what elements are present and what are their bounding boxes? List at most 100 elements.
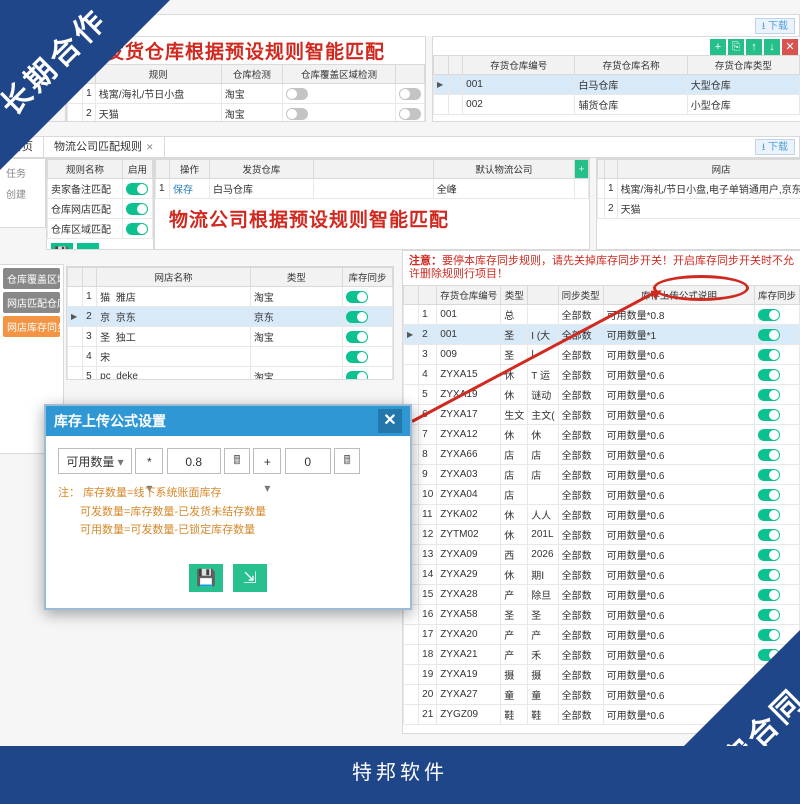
add-button[interactable]: + <box>710 39 726 55</box>
toggle-switch[interactable] <box>758 369 780 381</box>
table-row[interactable]: 1 猫 雅店淘宝 <box>68 287 393 307</box>
download-button-2[interactable]: ⭳ 下载 <box>755 139 795 155</box>
toggle-switch[interactable] <box>758 649 780 661</box>
side-create[interactable]: 创建 <box>6 186 39 201</box>
modal-save-button[interactable]: 💾 <box>189 564 223 592</box>
toggle-switch[interactable] <box>758 609 780 621</box>
table-row[interactable]: 2天猫淘宝 <box>68 104 425 123</box>
toggle-switch[interactable] <box>758 629 780 641</box>
table-row[interactable]: 002辅货仓库小型仓库 <box>434 95 800 115</box>
op2-select[interactable]: + <box>253 448 281 474</box>
toggle-switch[interactable] <box>399 108 421 120</box>
table-row[interactable]: 14 ZYXA29休期Ⅰ 全部数可用数量*0.6 <box>404 565 800 585</box>
table-row[interactable]: 3 圣 独工淘宝 <box>68 327 393 347</box>
up-button[interactable]: ↑ <box>746 39 762 55</box>
toggle-switch[interactable] <box>346 351 368 363</box>
table-row[interactable]: 10 ZYXA04店 全部数可用数量*0.6 <box>404 485 800 505</box>
val1-input[interactable]: 0.8 <box>167 448 221 474</box>
download-button[interactable]: ⭳ 下载 <box>755 18 795 34</box>
toggle-switch[interactable] <box>758 449 780 461</box>
table-row[interactable]: 7 ZYXA12休休 全部数可用数量*0.6 <box>404 425 800 445</box>
calculator-icon[interactable]: 🖩 <box>224 448 250 474</box>
toggle-switch[interactable] <box>346 331 368 343</box>
table-row[interactable]: 1 001总 全部数可用数量*0.8 <box>404 305 800 325</box>
sidebar-btn-c1[interactable]: 仓库覆盖区域设置 <box>3 268 60 289</box>
table-row[interactable]: 5 ZYXA19休谜动 全部数可用数量*0.6 <box>404 385 800 405</box>
table-row[interactable]: 4 宋 <box>68 347 393 367</box>
qty-type-select[interactable]: 可用数量 <box>58 448 132 474</box>
delete-button[interactable]: ✕ <box>782 39 798 55</box>
sidebar-btn-stock-sync[interactable]: 网店库存同步设置 <box>3 88 62 109</box>
table-row[interactable]: 13 ZYXA09西2026 全部数可用数量*0.6 <box>404 545 800 565</box>
close-icon[interactable]: ✕ <box>146 142 154 152</box>
table-row[interactable]: 18 ZYXA21产禾 全部数可用数量*0.6 <box>404 645 800 665</box>
toggle-switch[interactable] <box>758 689 780 701</box>
table-row[interactable]: 5 pc deke淘宝 <box>68 367 393 381</box>
table-row[interactable]: 2 京 京东京东 <box>68 307 393 327</box>
sidebar-btn-c3[interactable]: 网店库存同步设置 <box>3 316 60 337</box>
toggle-switch[interactable] <box>399 88 421 100</box>
toggle-switch[interactable] <box>286 108 308 120</box>
table-row[interactable]: 仓库网店匹配 <box>48 199 153 219</box>
toggle-switch[interactable] <box>758 569 780 581</box>
sidebar-btn-store-wh[interactable]: 指定网店仓库设置 <box>3 64 62 85</box>
table-row[interactable]: 1栈寓/海礼/节日小盘淘宝 <box>68 84 425 104</box>
down-button[interactable]: ↓ <box>764 39 780 55</box>
table-row[interactable]: 001白马仓库大型仓库 <box>434 75 800 95</box>
table-row[interactable]: 仓库区域匹配 <box>48 219 153 239</box>
table-row[interactable]: 17 ZYXA20产产 全部数可用数量*0.6 <box>404 625 800 645</box>
table-row[interactable]: 20 ZYXA27童童 全部数可用数量*0.6 <box>404 685 800 705</box>
val2-input[interactable]: 0 <box>285 448 331 474</box>
table-row[interactable]: 21 ZYGZ09鞋鞋 全部数可用数量*0.6 <box>404 705 800 725</box>
toggle-switch[interactable] <box>758 549 780 561</box>
toggle-switch[interactable] <box>758 489 780 501</box>
tab-logistics-rule[interactable]: 物流公司匹配规则✕ <box>44 136 165 158</box>
table-row[interactable]: 8 ZYXA66店店 全部数可用数量*0.6 <box>404 445 800 465</box>
copy-button[interactable]: ⎘ <box>728 39 744 55</box>
row-save-link[interactable]: 保存 <box>173 185 193 196</box>
toggle-switch[interactable] <box>758 509 780 521</box>
toggle-switch[interactable] <box>758 409 780 421</box>
table-row[interactable]: 2 001圣I (大 全部数可用数量*1 <box>404 325 800 345</box>
table-row[interactable]: 卖家备注匹配 <box>48 179 153 199</box>
toggle-switch[interactable] <box>758 669 780 681</box>
table-row[interactable]: 15 ZYXA28产除旦 全部数可用数量*0.6 <box>404 585 800 605</box>
wh-sync-panel: 注意：要停本库存同步规则，请先关掉库存同步开关！开启库存同步开关时不允许删除规则… <box>402 250 800 734</box>
toggle-switch[interactable] <box>126 223 148 235</box>
table-row[interactable]: 2天猫申通e物流 <box>598 199 800 219</box>
toggle-switch[interactable] <box>758 349 780 361</box>
calculator-icon-2[interactable]: 🖩 <box>334 448 360 474</box>
toggle-switch[interactable] <box>346 291 368 303</box>
toggle-switch[interactable] <box>126 203 148 215</box>
toggle-switch[interactable] <box>126 183 148 195</box>
refresh-button[interactable]: ↻ <box>77 243 99 250</box>
toggle-switch[interactable] <box>758 429 780 441</box>
table-row[interactable]: 1栈寓/海礼/节日小盘,电子单销通用户,京东测试顺丰快递 <box>598 179 800 199</box>
sidebar-btn-c2[interactable]: 网店匹配仓库设置 <box>3 292 60 313</box>
toggle-switch[interactable] <box>758 389 780 401</box>
side-task[interactable]: 任务 <box>6 165 39 180</box>
toggle-switch[interactable] <box>346 311 368 323</box>
toggle-switch[interactable] <box>758 329 780 341</box>
save-button[interactable]: 💾 <box>51 243 73 250</box>
op1-select[interactable]: * <box>135 448 163 474</box>
toggle-switch[interactable] <box>758 469 780 481</box>
table-row[interactable]: 4 ZYXA15休T 运 全部数可用数量*0.6 <box>404 365 800 385</box>
modal-close-button[interactable]: ✕ <box>378 409 402 433</box>
table-row[interactable]: 6 ZYXA17生文主文( 全部数可用数量*0.6 <box>404 405 800 425</box>
toggle-switch[interactable] <box>758 589 780 601</box>
table-row[interactable]: 16 ZYXA58圣圣 全部数可用数量*0.6 <box>404 605 800 625</box>
table-row[interactable]: 19 ZYXA19摄摄 全部数可用数量*0.6 <box>404 665 800 685</box>
toggle-switch[interactable] <box>286 88 308 100</box>
toggle-switch[interactable] <box>758 529 780 541</box>
table-row[interactable]: 9 ZYXA03店店 全部数可用数量*0.6 <box>404 465 800 485</box>
toggle-switch[interactable] <box>758 309 780 321</box>
modal-export-button[interactable]: ⇲ <box>233 564 267 592</box>
table-row[interactable]: 11 ZYKA02休人人 全部数可用数量*0.6 <box>404 505 800 525</box>
table-row[interactable]: 3 009圣I 全部数可用数量*0.6 <box>404 345 800 365</box>
tab-home[interactable]: 首页 <box>1 136 44 158</box>
table-row[interactable]: 12 ZYTM02休201L 全部数可用数量*0.6 <box>404 525 800 545</box>
toggle-switch[interactable] <box>346 371 368 381</box>
sidebar-btn-wh-area[interactable]: 仓库覆盖区域设置 <box>3 40 62 61</box>
toggle-switch[interactable] <box>758 709 780 721</box>
